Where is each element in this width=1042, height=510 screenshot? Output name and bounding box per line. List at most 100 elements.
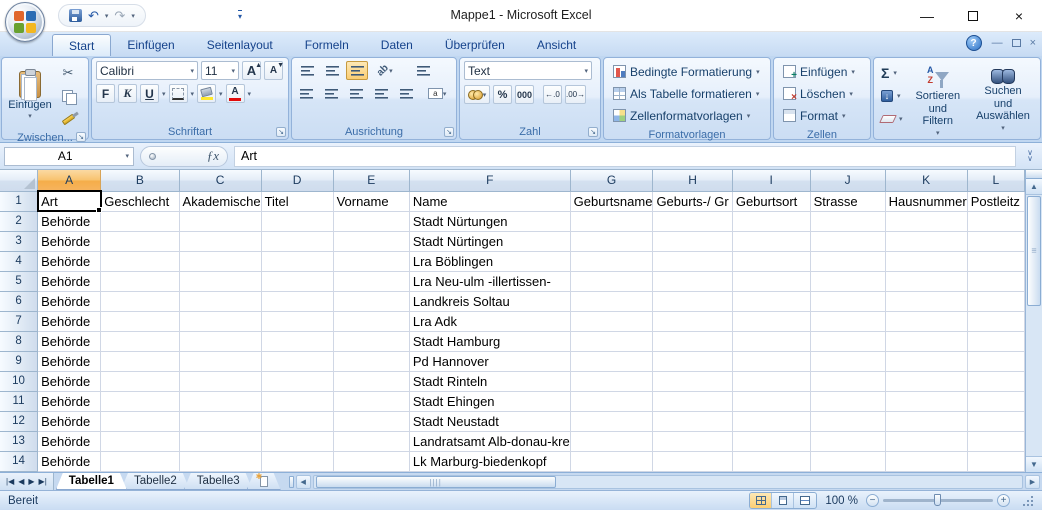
- cell-K12[interactable]: [885, 411, 967, 431]
- cell-G9[interactable]: [570, 351, 653, 371]
- cell-K6[interactable]: [885, 291, 967, 311]
- cell-C3[interactable]: [179, 231, 261, 251]
- number-format-combo[interactable]: Text▾: [464, 61, 592, 80]
- accounting-format-button[interactable]: ▾: [464, 85, 490, 104]
- cell-D12[interactable]: [261, 411, 333, 431]
- cell-J7[interactable]: [810, 311, 885, 331]
- cell-E8[interactable]: [333, 331, 409, 351]
- row-header-14[interactable]: 14: [0, 451, 38, 471]
- cell-B1[interactable]: Geschlecht: [101, 191, 179, 211]
- cell-F11[interactable]: Stadt Ehingen: [409, 391, 570, 411]
- cell-I6[interactable]: [732, 291, 810, 311]
- cell-J9[interactable]: [810, 351, 885, 371]
- customize-qat-icon[interactable]: ▾: [238, 10, 242, 21]
- cell-D5[interactable]: [261, 271, 333, 291]
- cell-A14[interactable]: Behörde: [38, 451, 101, 471]
- cell-D3[interactable]: [261, 231, 333, 251]
- cell-A9[interactable]: Behörde: [38, 351, 101, 371]
- cell-I10[interactable]: [732, 371, 810, 391]
- cell-A8[interactable]: Behörde: [38, 331, 101, 351]
- cell-H4[interactable]: [653, 251, 732, 271]
- cell-B3[interactable]: [101, 231, 179, 251]
- column-header-A[interactable]: A: [38, 170, 101, 191]
- cell-E2[interactable]: [333, 211, 409, 231]
- percent-button[interactable]: %: [493, 85, 512, 104]
- cell-A3[interactable]: Behörde: [38, 231, 101, 251]
- cell-B11[interactable]: [101, 391, 179, 411]
- vertical-scrollbar[interactable]: ▲ ▼: [1025, 170, 1042, 472]
- cell-D11[interactable]: [261, 391, 333, 411]
- cell-H12[interactable]: [653, 411, 732, 431]
- cell-J4[interactable]: [810, 251, 885, 271]
- cell-K14[interactable]: [885, 451, 967, 471]
- cell-L1[interactable]: Postleitz: [967, 191, 1024, 211]
- cell-D2[interactable]: [261, 211, 333, 231]
- cell-I11[interactable]: [732, 391, 810, 411]
- row-header-6[interactable]: 6: [0, 291, 38, 311]
- prev-sheet-icon[interactable]: ◀: [18, 477, 24, 486]
- sheet-tab-tabelle2[interactable]: Tabelle2: [121, 473, 190, 490]
- cell-H14[interactable]: [653, 451, 732, 471]
- cell-A4[interactable]: Behörde: [38, 251, 101, 271]
- ribbon-tab-start[interactable]: Start: [52, 34, 111, 56]
- cell-C10[interactable]: [179, 371, 261, 391]
- cell-F1[interactable]: Name: [409, 191, 570, 211]
- cell-H11[interactable]: [653, 391, 732, 411]
- cell-F13[interactable]: Landratsamt Alb-donau-kre: [409, 431, 570, 451]
- zoom-thumb[interactable]: [934, 494, 941, 506]
- sheet-tab-tabelle3[interactable]: Tabelle3: [184, 473, 253, 490]
- cell-A5[interactable]: Behörde: [38, 271, 101, 291]
- cell-G10[interactable]: [570, 371, 653, 391]
- align-center-button[interactable]: [321, 84, 343, 103]
- cell-J6[interactable]: [810, 291, 885, 311]
- hscroll-thumb[interactable]: ||||: [316, 476, 556, 488]
- cell-B12[interactable]: [101, 411, 179, 431]
- cell-E10[interactable]: [333, 371, 409, 391]
- cell-B10[interactable]: [101, 371, 179, 391]
- format-as-table-button[interactable]: Als Tabelle formatieren▾: [608, 83, 766, 104]
- orientation-button[interactable]: ab▾: [371, 61, 399, 80]
- cell-H1[interactable]: Geburts-/ Gr: [653, 191, 732, 211]
- cell-F5[interactable]: Lra Neu-ulm -illertissen-: [409, 271, 570, 291]
- cell-B14[interactable]: [101, 451, 179, 471]
- italic-button[interactable]: K: [118, 84, 137, 103]
- cell-K10[interactable]: [885, 371, 967, 391]
- cell-I7[interactable]: [732, 311, 810, 331]
- cell-I4[interactable]: [732, 251, 810, 271]
- cell-L12[interactable]: [967, 411, 1024, 431]
- font-color-button[interactable]: A: [226, 84, 245, 103]
- cell-J12[interactable]: [810, 411, 885, 431]
- cell-D4[interactable]: [261, 251, 333, 271]
- vscroll-split-handle[interactable]: [1026, 170, 1042, 179]
- expand-formula-bar-icon[interactable]: ∨∨: [1022, 150, 1038, 163]
- cell-K5[interactable]: [885, 271, 967, 291]
- cell-C11[interactable]: [179, 391, 261, 411]
- alignment-dialog-launcher[interactable]: ↘: [444, 127, 454, 137]
- cell-K1[interactable]: Hausnummer: [885, 191, 967, 211]
- align-top-button[interactable]: [296, 61, 318, 80]
- cell-L4[interactable]: [967, 251, 1024, 271]
- cell-K8[interactable]: [885, 331, 967, 351]
- cell-H13[interactable]: [653, 431, 732, 451]
- cell-C12[interactable]: [179, 411, 261, 431]
- cell-L2[interactable]: [967, 211, 1024, 231]
- insert-function-area[interactable]: ƒx: [140, 146, 228, 167]
- cell-G14[interactable]: [570, 451, 653, 471]
- maximize-button[interactable]: [950, 0, 996, 32]
- cell-H9[interactable]: [653, 351, 732, 371]
- cell-styles-button[interactable]: Zellenformatvorlagen▾: [608, 105, 766, 126]
- cell-A2[interactable]: Behörde: [38, 211, 101, 231]
- last-sheet-icon[interactable]: ▶|: [39, 477, 47, 486]
- resize-grip[interactable]: [1022, 495, 1034, 507]
- cell-J13[interactable]: [810, 431, 885, 451]
- save-icon[interactable]: [69, 9, 82, 22]
- column-header-F[interactable]: F: [409, 170, 570, 191]
- cell-D9[interactable]: [261, 351, 333, 371]
- cell-C4[interactable]: [179, 251, 261, 271]
- cell-E12[interactable]: [333, 411, 409, 431]
- merge-center-button[interactable]: a▾: [422, 84, 452, 103]
- cell-C6[interactable]: [179, 291, 261, 311]
- cell-L14[interactable]: [967, 451, 1024, 471]
- scroll-left-icon[interactable]: ◀: [296, 475, 311, 489]
- cell-I9[interactable]: [732, 351, 810, 371]
